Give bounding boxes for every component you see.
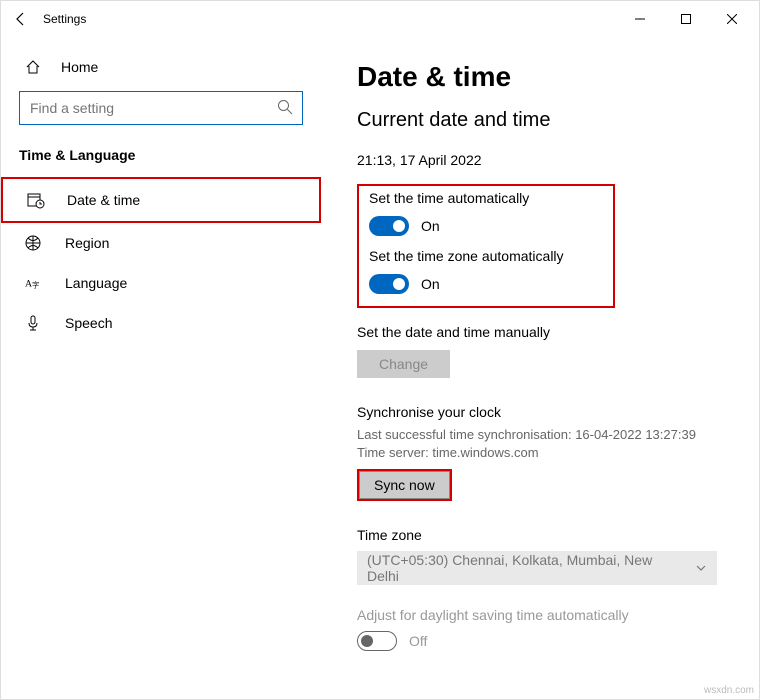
search-container [19,91,303,125]
sidebar-item-region[interactable]: Region [1,223,321,263]
search-input[interactable] [19,91,303,125]
page-subtitle: Current date and time [357,109,729,132]
section-title: Time & Language [1,143,321,177]
auto-tz-group: Set the time zone automatically On [369,248,603,294]
sidebar-item-language[interactable]: A字 Language [1,263,321,303]
dst-section: Adjust for daylight saving time automati… [357,607,729,651]
svg-text:A: A [25,279,32,290]
sidebar-item-label: Speech [65,315,112,331]
close-button[interactable] [709,3,755,35]
auto-time-label: Set the time automatically [369,190,603,206]
dst-state: Off [409,633,427,649]
manual-label: Set the date and time manually [357,324,729,340]
globe-icon [25,235,45,251]
maximize-button[interactable] [663,3,709,35]
dst-toggle[interactable] [357,631,397,651]
close-icon [727,14,737,24]
watermark: wsxdn.com [704,685,754,696]
auto-tz-toggle[interactable] [369,274,409,294]
sync-server: Time server: time.windows.com [357,444,729,462]
home-nav[interactable]: Home [1,49,321,85]
timezone-value: (UTC+05:30) Chennai, Kolkata, Mumbai, Ne… [367,552,687,584]
window-title: Settings [43,12,86,26]
minimize-icon [635,14,645,24]
timezone-label: Time zone [357,527,729,543]
sync-last: Last successful time synchronisation: 16… [357,426,729,444]
sync-section: Synchronise your clock Last successful t… [357,404,729,501]
minimize-button[interactable] [617,3,663,35]
search-icon [277,99,293,118]
sync-title: Synchronise your clock [357,404,729,420]
home-icon [25,59,45,75]
language-icon: A字 [25,275,45,291]
auto-tz-state: On [421,276,440,292]
auto-time-group: Set the time automatically On [369,190,603,236]
timezone-select[interactable]: (UTC+05:30) Chennai, Kolkata, Mumbai, Ne… [357,551,717,585]
dst-label: Adjust for daylight saving time automati… [357,607,729,623]
chevron-down-icon [695,561,707,577]
sidebar-item-date-time[interactable]: Date & time [1,177,321,223]
titlebar: Settings [1,1,759,37]
current-datetime: 21:13, 17 April 2022 [357,152,729,168]
home-label: Home [61,59,98,75]
sidebar: Home Time & Language Date & time Reg [1,37,321,699]
sidebar-item-label: Date & time [67,192,140,208]
back-button[interactable] [5,3,37,35]
highlight-sync-button: Sync now [357,469,452,501]
timezone-section: Time zone (UTC+05:30) Chennai, Kolkata, … [357,527,729,585]
sync-now-button[interactable]: Sync now [359,471,450,499]
highlight-auto-settings: Set the time automatically On Set the ti… [357,184,615,308]
content-area: Date & time Current date and time 21:13,… [321,37,759,699]
sidebar-item-speech[interactable]: Speech [1,303,321,343]
microphone-icon [25,315,45,331]
back-arrow-icon [13,11,29,27]
sidebar-item-label: Language [65,275,127,291]
change-button[interactable]: Change [357,350,450,378]
auto-tz-label: Set the time zone automatically [369,248,603,264]
maximize-icon [681,14,691,24]
sidebar-item-label: Region [65,235,109,251]
auto-time-state: On [421,218,440,234]
calendar-clock-icon [27,191,47,209]
svg-text:字: 字 [32,280,39,289]
auto-time-toggle[interactable] [369,216,409,236]
page-title: Date & time [357,61,729,93]
